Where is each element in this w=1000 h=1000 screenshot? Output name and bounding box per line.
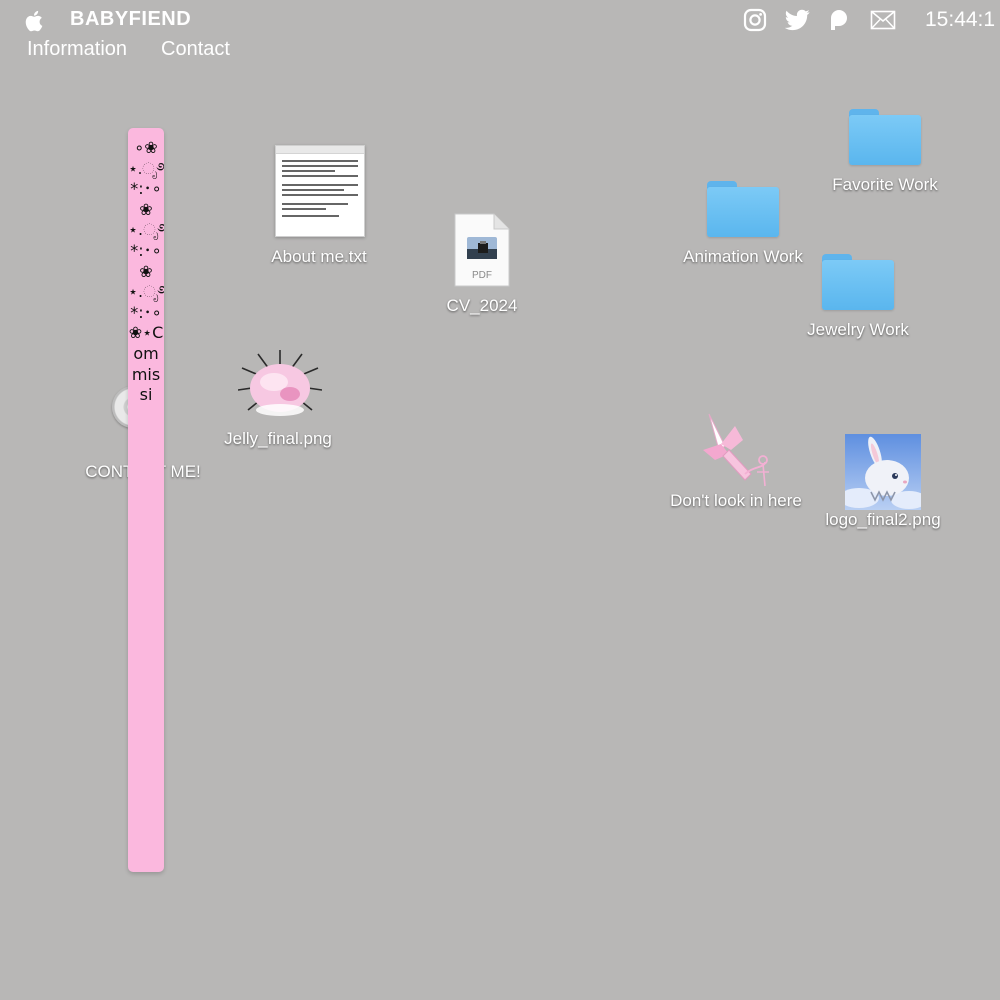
desktop-item-label: Jelly_final.png [224, 429, 332, 448]
folder-icon [707, 181, 779, 237]
commissions-bar-text: ∘❀⋆.ೃ࿔*:･∘❀⋆.ೃ࿔*:･∘❀⋆.ೃ࿔*:･∘❀⋆Commissi [128, 138, 164, 405]
pdf-badge: PDF [472, 270, 492, 281]
butterfly-knife-icon [703, 413, 769, 487]
twitter-icon[interactable] [785, 6, 810, 34]
spiky-jelly-icon [238, 350, 322, 416]
commissions-bar[interactable]: ∘❀⋆.ೃ࿔*:･∘❀⋆.ೃ࿔*:･∘❀⋆.ೃ࿔*:･∘❀⋆Commissi [128, 128, 164, 872]
desktop-item-label: Favorite Work [832, 175, 938, 194]
patreon-icon[interactable] [828, 6, 852, 34]
desktop-item-label: Animation Work [683, 247, 803, 266]
mail-icon[interactable] [870, 6, 896, 34]
desktop-item-label: CV_2024 [446, 296, 518, 315]
menu-clock: 15:44:1 [925, 8, 996, 31]
menu-bar: BABYFIEND Information Contact 15:44:1 [0, 0, 1000, 70]
menu-contact[interactable]: Contact [161, 38, 230, 61]
folder-icon [822, 254, 894, 310]
desktop-item-label: Jewelry Work [807, 320, 909, 339]
instagram-icon[interactable] [743, 6, 767, 34]
text-document-icon [275, 145, 365, 237]
folder-icon [849, 109, 921, 165]
brand-name[interactable]: BABYFIEND [70, 8, 191, 31]
apple-icon[interactable] [22, 8, 48, 34]
bunny-image-icon [845, 434, 921, 510]
menu-information[interactable]: Information [27, 38, 127, 61]
desktop-item-label: About me.txt [271, 247, 367, 266]
desktop-item-label: Don't look in here [670, 491, 802, 510]
desktop-item-label: logo_final2.png [825, 510, 941, 529]
